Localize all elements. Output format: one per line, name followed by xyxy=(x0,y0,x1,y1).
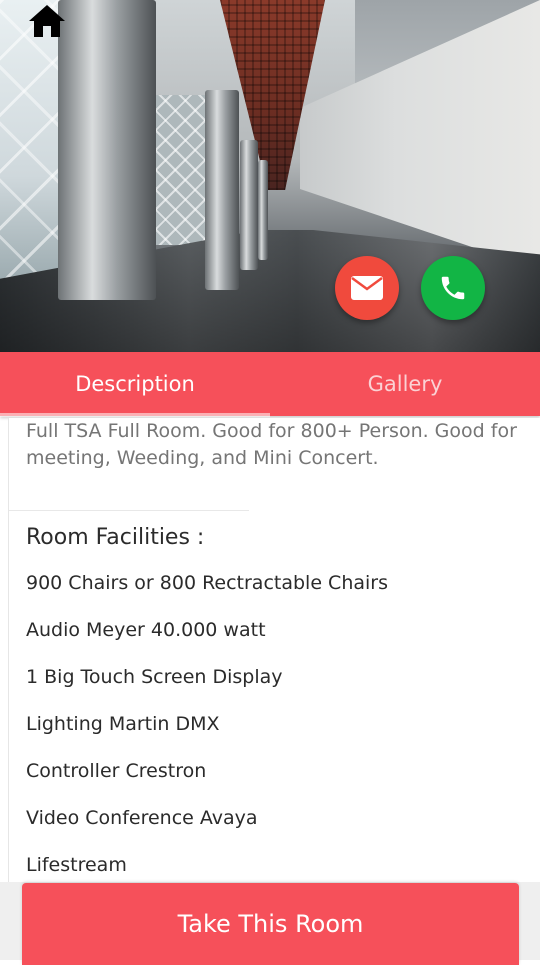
phone-icon xyxy=(441,276,465,300)
tab-gallery[interactable]: Gallery xyxy=(270,352,540,416)
mail-icon xyxy=(351,276,383,300)
hero-pillar xyxy=(240,140,258,270)
home-icon xyxy=(29,5,65,37)
facility-list: 900 Chairs or 800 Rectractable Chairs Au… xyxy=(9,560,540,883)
facility-item: 900 Chairs or 800 Rectractable Chairs xyxy=(26,572,389,594)
tab-label: Description xyxy=(75,372,195,396)
home-button[interactable] xyxy=(28,4,66,38)
facilities-title: Room Facilities : xyxy=(26,525,205,550)
description-panel[interactable]: Full TSA Full Room. Good for 800+ Person… xyxy=(8,418,540,883)
facility-item: Lifestream xyxy=(26,854,127,876)
take-room-button[interactable]: Take This Room xyxy=(22,883,519,965)
tab-description[interactable]: Description xyxy=(0,352,270,416)
facility-item: Lighting Martin DMX xyxy=(26,713,220,735)
facility-item: Audio Meyer 40.000 watt xyxy=(26,619,266,641)
tab-bar: Description Gallery xyxy=(0,352,540,416)
facility-item: 1 Big Touch Screen Display xyxy=(26,666,283,688)
room-description: Full TSA Full Room. Good for 800+ Person… xyxy=(26,420,517,469)
facility-item: Video Conference Avaya xyxy=(26,807,258,829)
divider xyxy=(9,510,249,511)
hero-pillar xyxy=(258,160,268,260)
tab-label: Gallery xyxy=(367,372,443,396)
hero-pillar xyxy=(58,0,156,300)
active-tab-indicator xyxy=(0,413,270,417)
facility-item: Controller Crestron xyxy=(26,760,207,782)
email-button[interactable] xyxy=(335,256,399,320)
hero-pillar xyxy=(205,90,239,290)
call-button[interactable] xyxy=(421,256,485,320)
